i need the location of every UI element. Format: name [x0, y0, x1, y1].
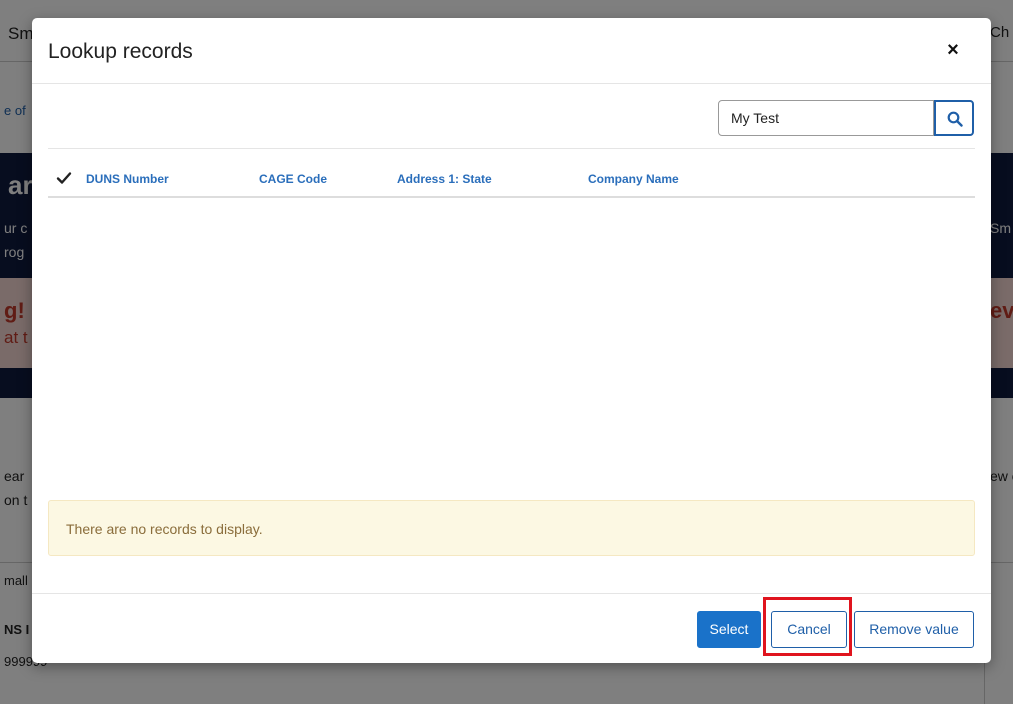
- search-button[interactable]: [934, 100, 974, 136]
- checkmark-icon[interactable]: [56, 170, 72, 186]
- records-table-header: DUNS Number CAGE Code Address 1: State C…: [48, 148, 975, 198]
- cancel-highlight-annotation: [763, 597, 852, 656]
- column-header-duns-number[interactable]: DUNS Number: [86, 172, 169, 186]
- empty-records-message: There are no records to display.: [48, 500, 975, 556]
- lookup-records-dialog: Lookup records × DUNS Number CAGE Code A…: [32, 18, 991, 663]
- column-header-company-name[interactable]: Company Name: [588, 172, 679, 186]
- search-icon: [947, 111, 963, 127]
- close-icon[interactable]: ×: [941, 38, 965, 62]
- empty-records-text: There are no records to display.: [66, 521, 263, 537]
- dialog-title: Lookup records: [48, 40, 193, 63]
- select-button[interactable]: Select: [697, 611, 761, 648]
- remove-value-button[interactable]: Remove value: [854, 611, 974, 648]
- search-input[interactable]: [718, 100, 934, 136]
- dialog-header: Lookup records ×: [32, 18, 991, 84]
- search-bar: [718, 100, 974, 136]
- column-header-address-state[interactable]: Address 1: State: [397, 172, 492, 186]
- column-header-cage-code[interactable]: CAGE Code: [259, 172, 327, 186]
